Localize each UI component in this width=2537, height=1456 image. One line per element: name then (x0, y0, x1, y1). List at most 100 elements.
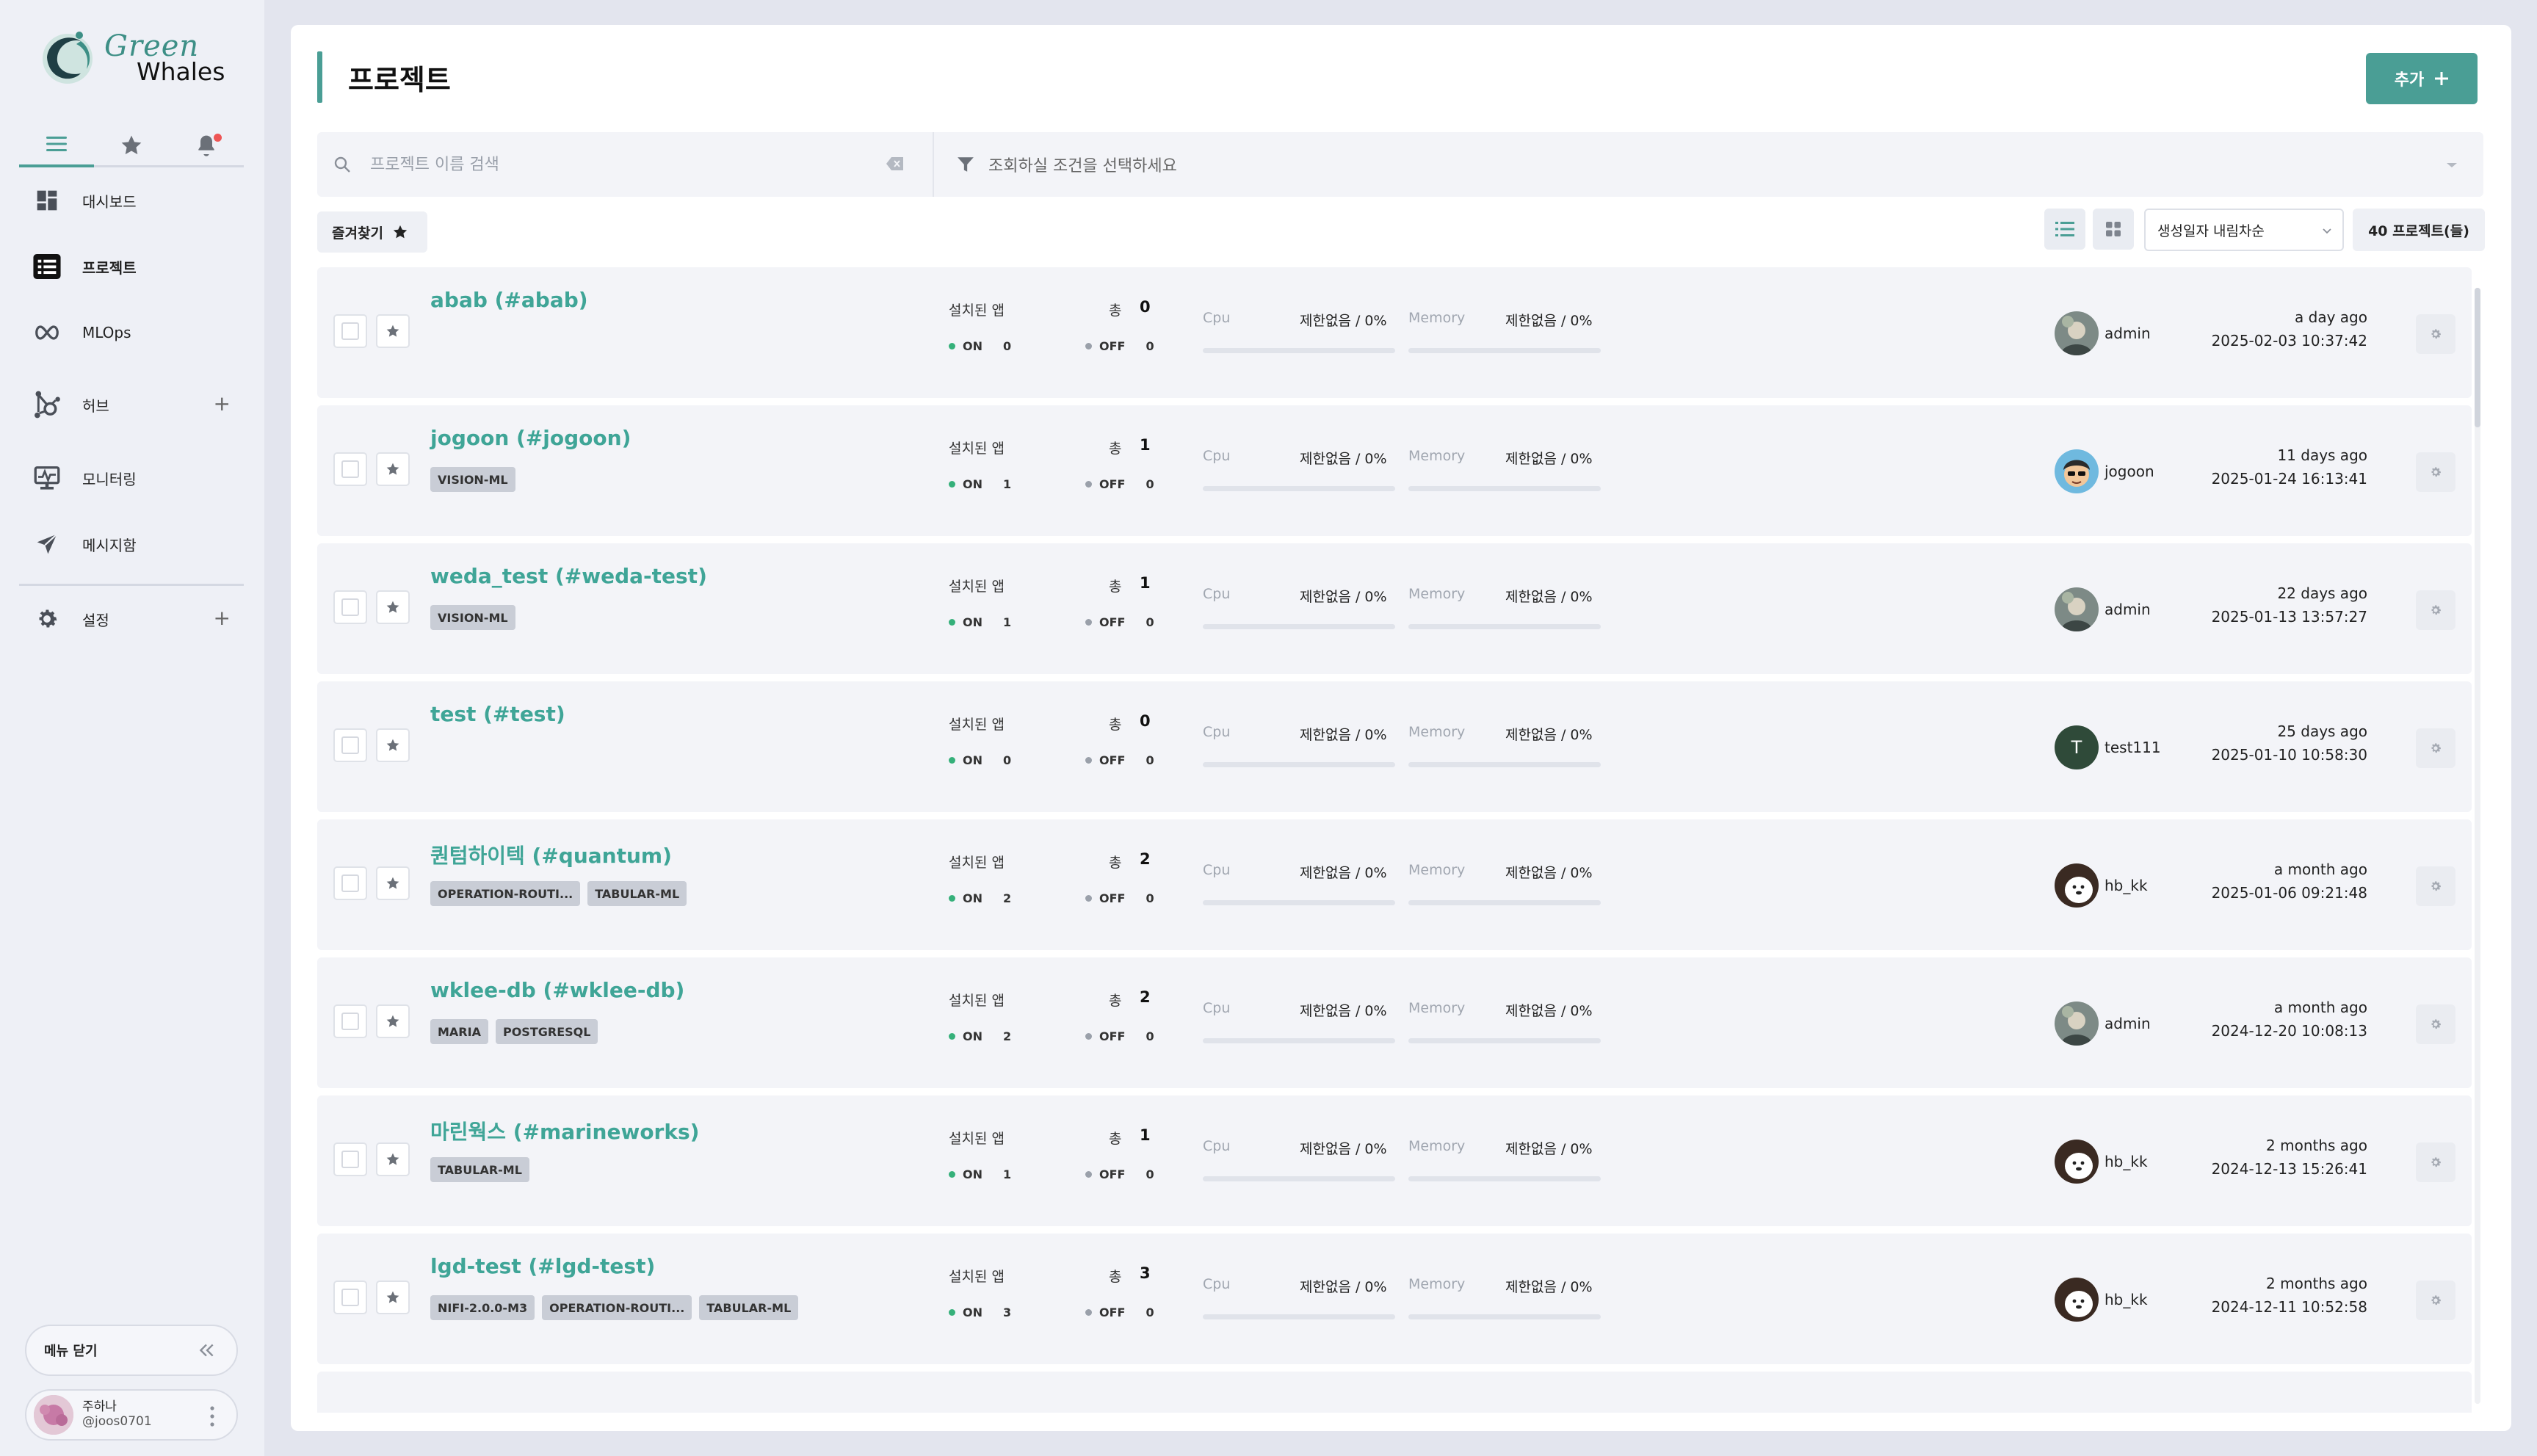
favorite-button[interactable] (376, 590, 410, 624)
project-row[interactable]: test (#test) 설치된 앱 총 0 ON 0 OFF 0 Cpu 제한없음 / 0% Me… (317, 681, 2472, 812)
tab-menu[interactable] (19, 123, 94, 167)
select-checkbox[interactable] (333, 728, 367, 762)
tab-notifications[interactable] (169, 123, 244, 167)
off-count: 0 (1146, 1029, 1154, 1043)
project-settings-button[interactable] (2416, 452, 2455, 492)
project-settings-button[interactable] (2416, 1142, 2455, 1182)
total-apps-count: 0 (1140, 298, 1151, 316)
created-date: 2024-12-13 15:26:41 (2211, 1160, 2367, 1178)
filter-icon (958, 157, 974, 172)
favorite-button[interactable] (376, 452, 410, 486)
project-row[interactable]: 퀀텀하이텍 (#quantum) OPERATION-ROUTI... TABULA… (317, 819, 2472, 950)
favorites-filter-button[interactable]: 즐겨찾기 (317, 211, 427, 253)
project-settings-button[interactable] (2416, 1004, 2455, 1044)
select-checkbox[interactable] (333, 1004, 367, 1038)
project-settings-button[interactable] (2416, 590, 2455, 630)
project-row[interactable]: jogoon (#jogoon) VISION-ML 설치된 앱 총 1 ON 1 OFF 0 C… (317, 405, 2472, 536)
clear-input-icon[interactable] (886, 156, 905, 172)
project-settings-button[interactable] (2416, 314, 2455, 354)
list-view-button[interactable] (2044, 209, 2085, 250)
search-input[interactable] (369, 148, 839, 181)
apps-off-status: OFF 0 (1085, 477, 1154, 491)
project-name-link[interactable]: wklee-db (#wklee-db) (430, 978, 684, 1002)
cpu-value: 제한없음 / 0% (1300, 865, 1387, 881)
project-tag: TABULAR-ML (699, 1295, 799, 1320)
apps-on-status: ON 2 (949, 1029, 1011, 1043)
project-settings-button[interactable] (2416, 866, 2455, 906)
memory-label: Memory (1408, 862, 1466, 878)
expand-hub-plus-icon[interactable]: + (214, 393, 231, 415)
sidebar-item-settings[interactable]: 설정 + (32, 598, 245, 640)
user-profile[interactable]: 주하나 @joos0701 (25, 1389, 238, 1441)
off-count: 0 (1146, 753, 1154, 767)
tab-favorites[interactable] (94, 123, 169, 167)
cpu-usage-bar (1203, 348, 1395, 353)
sidebar-item-dashboard[interactable]: 대시보드 (32, 179, 245, 222)
star-icon (121, 135, 142, 155)
installed-apps-label: 설치된 앱 (949, 441, 1005, 457)
select-checkbox[interactable] (333, 590, 367, 624)
project-row[interactable]: weda_test (#weda-test) VISION-ML 설치된 앱 총 1 ON… (317, 543, 2472, 674)
cpu-usage-bar (1203, 1176, 1395, 1181)
project-name-link[interactable]: 퀀텀하이텍 (#quantum) (430, 840, 672, 869)
favorite-button[interactable] (376, 1142, 410, 1176)
sidebar-item-mlops[interactable]: MLOps (32, 311, 245, 354)
project-tags: MARIA POSTGRESQL (430, 1019, 598, 1044)
sidebar-item-messages[interactable]: 메시지함 (32, 523, 245, 565)
project-name-link[interactable]: test (#test) (430, 702, 565, 726)
expand-settings-plus-icon[interactable]: + (214, 607, 231, 629)
project-owner: hb_kk (2055, 1278, 2148, 1322)
grid-view-button[interactable] (2093, 209, 2134, 250)
scrollbar-thumb[interactable] (2475, 288, 2480, 427)
close-menu-button[interactable]: 메뉴 닫기 (25, 1325, 238, 1376)
total-label: 총 (1109, 855, 1122, 871)
on-label: ON (963, 891, 982, 905)
favorite-button[interactable] (376, 314, 410, 348)
apps-off-status: OFF 0 (1085, 615, 1154, 629)
logo[interactable]: Green Whales (38, 28, 225, 87)
filter-select[interactable]: 조회하실 조건을 선택하세요 (956, 132, 2469, 197)
project-name-link[interactable]: weda_test (#weda-test) (430, 564, 707, 588)
project-row[interactable]: wklee-db (#wklee-db) MARIA POSTGRESQL 설치된 앱… (317, 957, 2472, 1088)
favorite-button[interactable] (376, 1004, 410, 1038)
project-row[interactable]: abab (#abab) 설치된 앱 총 0 ON 0 OFF 0 Cpu 제한없음 / 0% Me… (317, 267, 2472, 398)
on-count: 1 (1003, 477, 1012, 491)
project-row-partial[interactable] (317, 1372, 2472, 1413)
off-label: OFF (1099, 339, 1126, 353)
select-checkbox[interactable] (333, 1281, 367, 1314)
apps-on-status: ON 1 (949, 477, 1011, 491)
select-checkbox[interactable] (333, 1142, 367, 1176)
project-settings-button[interactable] (2416, 1281, 2455, 1320)
more-vertical-icon[interactable] (209, 1405, 216, 1427)
project-name-link[interactable]: lgd-test (#lgd-test) (430, 1254, 655, 1278)
created-date: 2025-01-06 09:21:48 (2211, 884, 2367, 902)
sidebar-item-label: 모니터링 (82, 470, 137, 488)
cpu-label: Cpu (1203, 1000, 1231, 1016)
owner-name: hb_kk (2104, 877, 2148, 894)
project-row[interactable]: lgd-test (#lgd-test) NIFI-2.0.0-M3 OPERATI… (317, 1234, 2472, 1364)
total-label: 총 (1109, 1269, 1122, 1285)
sidebar-item-projects[interactable]: 프로젝트 (32, 245, 245, 288)
project-row[interactable]: 마린웍스 (#marineworks) TABULAR-ML 설치된 앱 총 1 ON 1 O… (317, 1095, 2472, 1226)
favorite-button[interactable] (376, 866, 410, 900)
favorite-button[interactable] (376, 1281, 410, 1314)
select-checkbox[interactable] (333, 452, 367, 486)
add-project-button[interactable]: 추가 (2366, 53, 2478, 104)
project-name-link[interactable]: 마린웍스 (#marineworks) (430, 1116, 699, 1145)
scrollbar-track[interactable] (2475, 288, 2480, 1404)
project-name-link[interactable]: jogoon (#jogoon) (430, 426, 631, 450)
project-name-link[interactable]: abab (#abab) (430, 288, 588, 312)
project-settings-button[interactable] (2416, 728, 2455, 768)
cpu-label: Cpu (1203, 1138, 1231, 1154)
select-checkbox[interactable] (333, 314, 367, 348)
off-label: OFF (1099, 1167, 1126, 1181)
sidebar-item-hub[interactable]: 허브 + (32, 383, 245, 426)
off-label: OFF (1099, 615, 1126, 629)
title-accent-bar (317, 51, 322, 103)
select-checkbox[interactable] (333, 866, 367, 900)
search-icon (334, 156, 350, 173)
sidebar-item-monitoring[interactable]: 모니터링 (32, 457, 245, 499)
favorite-button[interactable] (376, 728, 410, 762)
apps-off-status: OFF 0 (1085, 1029, 1154, 1043)
sort-select[interactable]: 생성일자 내림차순 (2144, 209, 2344, 251)
